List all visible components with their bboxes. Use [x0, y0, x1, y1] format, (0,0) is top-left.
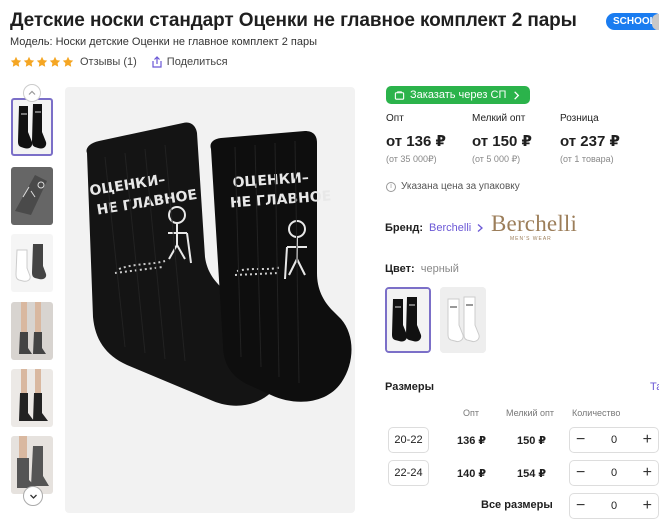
- brand-link[interactable]: Berchelli: [429, 222, 471, 234]
- order-button-label: Заказать через СП: [410, 89, 507, 101]
- rating-stars: [10, 56, 74, 68]
- chevron-up-icon: [28, 90, 36, 95]
- price-value: от 136 ₽: [386, 133, 446, 150]
- price-info-note: i Указана цена за упаковку: [386, 181, 520, 192]
- quantity-value[interactable]: 0: [611, 467, 617, 479]
- plus-button[interactable]: +: [643, 432, 652, 448]
- plus-button[interactable]: +: [643, 498, 652, 514]
- thumbnail-white-grey-socks[interactable]: [11, 234, 53, 292]
- main-product-image[interactable]: ОЦЕНКИ– НЕ ГЛАВНОЕ ОЦЕНКИ– НЕ ГЛАВНОЕ: [65, 87, 355, 513]
- row-small-opt-price: 150 ₽: [517, 435, 547, 447]
- price-note: (от 5 000 ₽): [472, 154, 521, 164]
- column-small-opt: Мелкий опт: [506, 408, 555, 418]
- info-icon[interactable]: i: [386, 181, 396, 192]
- price-info-text: Указана цена за упаковку: [401, 181, 520, 192]
- sizes-title: Размеры: [385, 381, 435, 393]
- price-value: от 237 ₽: [560, 133, 620, 150]
- reviews-link[interactable]: Отзывы (1): [80, 56, 137, 68]
- chevron-right-icon[interactable]: [476, 223, 484, 233]
- row-opt-price: 140 ₽: [457, 468, 487, 480]
- product-title: Детские носки стандарт Оценки не главное…: [10, 10, 577, 31]
- brand-logo[interactable]: Berchelli: [491, 211, 577, 237]
- star-icon: [10, 56, 22, 67]
- quantity-stepper: − 0 +: [569, 460, 659, 486]
- price-label: Опт: [386, 113, 404, 124]
- star-icon: [62, 56, 74, 67]
- brand-logo-subtitle: MEN'S WEAR: [510, 236, 552, 242]
- star-icon: [23, 56, 35, 67]
- color-row: Цвет: черный: [385, 263, 459, 275]
- size-table-link[interactable]: Та: [650, 381, 659, 393]
- share-button[interactable]: Поделиться: [151, 56, 228, 68]
- price-value: от 150 ₽: [472, 133, 532, 150]
- color-swatch-white[interactable]: [440, 287, 486, 353]
- scroll-down-button[interactable]: [23, 486, 43, 506]
- share-label: Поделиться: [166, 56, 228, 68]
- price-label: Мелкий опт: [472, 113, 526, 124]
- thumbnail-worn-1[interactable]: [11, 302, 53, 360]
- cart-icon: [394, 90, 405, 100]
- row-opt-price: 136 ₽: [457, 435, 487, 447]
- quantity-value[interactable]: 0: [611, 434, 617, 446]
- minus-button[interactable]: −: [576, 498, 585, 514]
- size-chip[interactable]: 22-24: [388, 460, 429, 486]
- scroll-up-button[interactable]: [23, 84, 41, 102]
- brand-label: Бренд:: [385, 222, 424, 234]
- plus-button[interactable]: +: [643, 465, 652, 481]
- chevron-right-icon: [514, 90, 520, 100]
- rating-row: Отзывы (1) Поделиться: [10, 56, 228, 68]
- share-icon: [152, 56, 162, 68]
- minus-button[interactable]: −: [576, 465, 585, 481]
- price-label: Розница: [560, 113, 599, 124]
- all-sizes-label: Все размеры: [481, 499, 553, 511]
- star-icon: [36, 56, 48, 67]
- color-value: черный: [420, 263, 459, 275]
- color-label: Цвет:: [385, 263, 415, 275]
- badge-overflow: [652, 14, 659, 30]
- color-swatch-black[interactable]: [385, 287, 431, 353]
- thumbnail-strip: [10, 84, 55, 516]
- column-quantity: Количество: [572, 408, 621, 418]
- thumbnail-grey-socks[interactable]: [11, 167, 53, 225]
- price-note: (от 35 000₽): [386, 154, 437, 164]
- order-joint-purchase-button[interactable]: Заказать через СП: [386, 86, 531, 104]
- size-chip[interactable]: 20-22: [388, 427, 429, 453]
- row-small-opt-price: 154 ₽: [517, 468, 547, 480]
- minus-button[interactable]: −: [576, 432, 585, 448]
- price-opt: Опт от 136 ₽ (от 35 000₽): [386, 113, 446, 165]
- column-opt: Опт: [463, 408, 479, 418]
- thumbnail-black-socks[interactable]: [11, 98, 53, 156]
- star-icon: [49, 56, 61, 67]
- thumbnail-worn-2[interactable]: [11, 369, 53, 427]
- quantity-stepper: − 0 +: [569, 427, 659, 453]
- chevron-down-icon: [29, 494, 37, 499]
- model-line: Модель: Носки детские Оценки не главное …: [10, 36, 318, 48]
- quantity-value[interactable]: 0: [611, 500, 617, 512]
- price-small-opt: Мелкий опт от 150 ₽ (от 5 000 ₽): [472, 113, 532, 165]
- price-note: (от 1 товара): [560, 154, 614, 164]
- all-sizes-stepper: − 0 +: [569, 493, 659, 519]
- price-retail: Розница от 237 ₽ (от 1 товара): [560, 113, 620, 164]
- brand-row: Бренд: Berchelli: [385, 222, 484, 234]
